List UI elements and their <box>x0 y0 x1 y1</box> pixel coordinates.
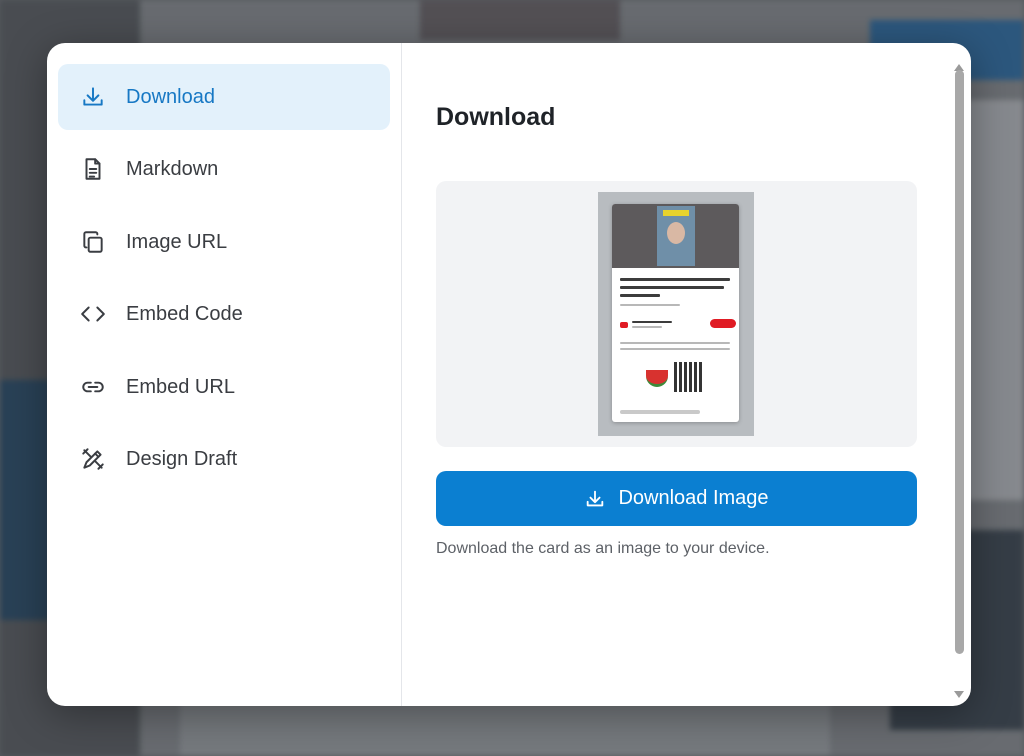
download-image-button[interactable]: Download Image <box>436 471 917 526</box>
sidebar-item-download[interactable]: Download <box>58 64 390 130</box>
scrollbar-thumb[interactable] <box>955 70 964 654</box>
scroll-down-icon[interactable] <box>954 691 964 698</box>
download-icon <box>587 490 604 506</box>
sidebar-item-embed-code[interactable]: Embed Code <box>58 281 390 347</box>
modal-scrollbar[interactable] <box>953 64 965 698</box>
card-preview <box>436 181 917 447</box>
sidebar-item-label: Image URL <box>126 230 228 253</box>
sidebar-item-label: Design Draft <box>126 447 238 470</box>
sidebar-item-label: Download <box>126 85 215 108</box>
sidebar-item-label: Embed URL <box>126 375 235 398</box>
sidebar-item-image-url[interactable]: Image URL <box>58 209 390 275</box>
modal-sidebar: Download Markdown Image URL Embed Code E <box>47 43 402 706</box>
sidebar-item-embed-url[interactable]: Embed URL <box>58 354 390 420</box>
design-icon <box>80 446 106 472</box>
share-modal: Download Markdown Image URL Embed Code E <box>47 43 971 706</box>
download-panel: Download Download Image Download the car… <box>402 43 971 706</box>
sidebar-item-markdown[interactable]: Markdown <box>58 136 390 202</box>
sidebar-item-design-draft[interactable]: Design Draft <box>58 426 390 492</box>
document-icon <box>80 156 106 182</box>
download-icon <box>80 84 106 110</box>
sidebar-item-label: Embed Code <box>126 302 243 325</box>
card-preview-image <box>598 192 754 436</box>
copy-icon <box>80 229 106 255</box>
panel-title: Download <box>436 103 556 131</box>
link-icon <box>80 374 106 400</box>
download-description: Download the card as an image to your de… <box>436 540 770 557</box>
download-image-label: Download Image <box>618 487 769 509</box>
sidebar-item-label: Markdown <box>126 157 219 180</box>
code-icon <box>80 301 106 327</box>
